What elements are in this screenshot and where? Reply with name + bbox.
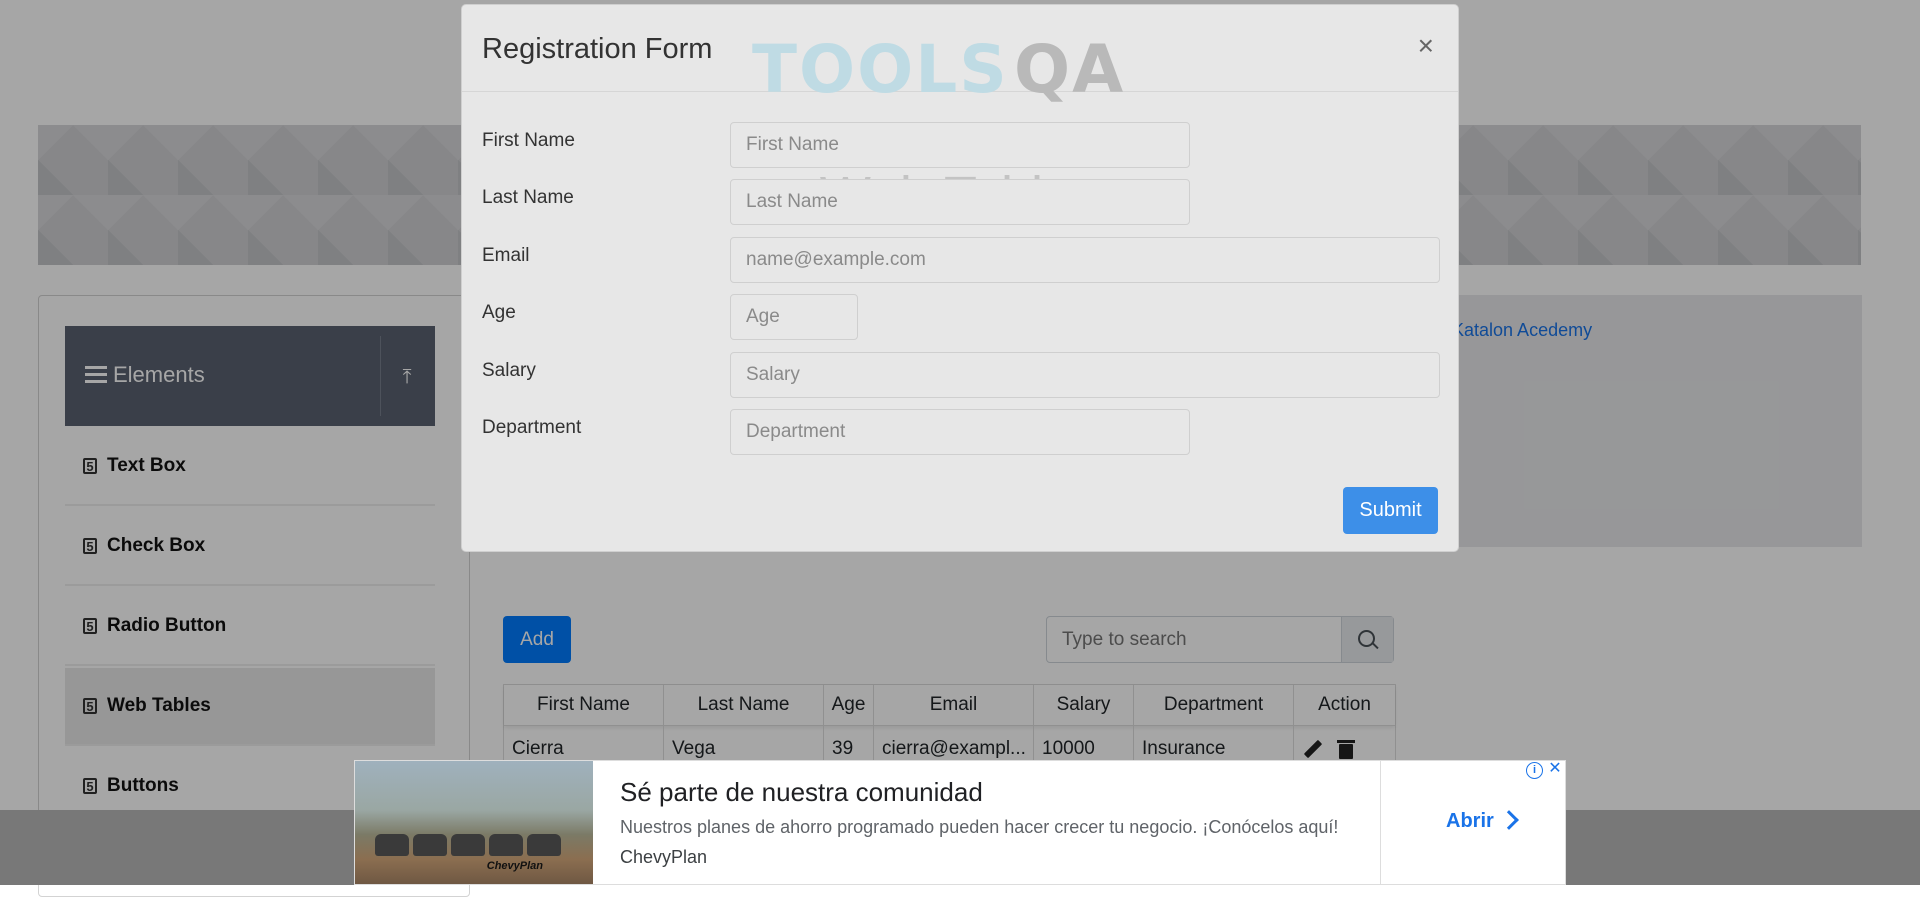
- department-label: Department: [482, 417, 582, 438]
- last-name-label: Last Name: [482, 187, 574, 208]
- car-shape: [489, 834, 523, 856]
- ad-image-brand: ChevyPlan: [486, 860, 543, 872]
- registration-modal: Registration Form TOOLS QA × Web Tables …: [461, 4, 1459, 552]
- submit-button[interactable]: Submit: [1343, 487, 1438, 534]
- car-shape: [375, 834, 409, 856]
- car-shape: [527, 834, 561, 856]
- first-name-label: First Name: [482, 130, 575, 151]
- logo-text-tools: TOOLS: [752, 31, 1009, 108]
- ad-image[interactable]: ChevyPlan: [355, 761, 593, 884]
- salary-input[interactable]: [730, 352, 1440, 398]
- close-button[interactable]: ×: [1412, 31, 1440, 61]
- ad-title[interactable]: Sé parte de nuestra comunidad: [620, 777, 983, 808]
- logo-text-qa: QA: [1014, 31, 1126, 108]
- ad-open-label: Abrir: [1446, 810, 1494, 832]
- modal-header: Registration Form TOOLS QA ×: [462, 5, 1458, 108]
- salary-label: Salary: [482, 360, 536, 381]
- toolsqa-logo: TOOLS QA: [752, 21, 1152, 111]
- ad-close-icon[interactable]: ✕: [1547, 761, 1563, 777]
- age-label: Age: [482, 302, 516, 323]
- car-shape: [413, 834, 447, 856]
- ad-advertiser: ChevyPlan: [620, 847, 708, 867]
- ad-divider: [1380, 761, 1381, 884]
- bottom-ad[interactable]: ChevyPlan Sé parte de nuestra comunidad …: [354, 760, 1566, 885]
- email-label: Email: [482, 245, 530, 266]
- ad-open-button[interactable]: Abrir: [1440, 809, 1522, 834]
- ad-info-icon[interactable]: i: [1526, 762, 1543, 779]
- first-name-input[interactable]: [730, 122, 1190, 168]
- age-input[interactable]: [730, 294, 858, 340]
- ad-description: Nuestros planes de ahorro programado pue…: [620, 817, 1339, 837]
- modal-title: Registration Form: [482, 33, 713, 65]
- email-input[interactable]: [730, 237, 1440, 283]
- chevron-right-icon: [1498, 810, 1519, 830]
- car-shape: [451, 834, 485, 856]
- department-input[interactable]: [730, 409, 1190, 455]
- last-name-input[interactable]: [730, 179, 1190, 225]
